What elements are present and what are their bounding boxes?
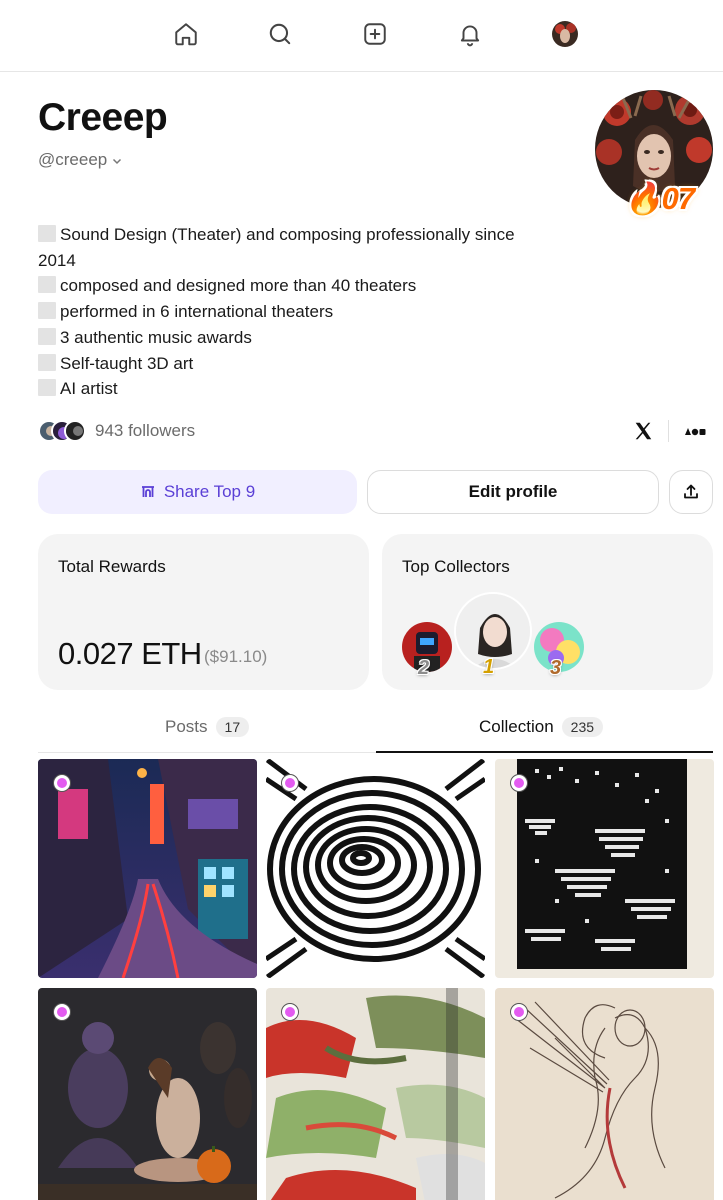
tab-posts-label: Posts bbox=[165, 717, 208, 736]
emoji-placeholder-icon bbox=[38, 276, 56, 294]
collectible-indicator-icon bbox=[281, 774, 299, 792]
more-links-icon[interactable] bbox=[684, 424, 706, 438]
divider bbox=[668, 420, 669, 442]
rank-1: 1 bbox=[483, 656, 495, 678]
tab-collection[interactable]: Collection 235 bbox=[479, 708, 604, 746]
bio-line: composed and designed more than 40 theat… bbox=[38, 273, 558, 299]
active-tab-indicator bbox=[376, 751, 713, 753]
rewards-title: Total Rewards bbox=[58, 557, 166, 576]
emoji-placeholder-icon bbox=[38, 379, 56, 397]
collection-item[interactable] bbox=[495, 988, 714, 1200]
followers-link[interactable]: 943 followers bbox=[38, 418, 195, 444]
emoji-placeholder-icon bbox=[38, 327, 56, 345]
collectible-indicator-icon bbox=[281, 1003, 299, 1021]
display-name: Creeep bbox=[38, 96, 168, 139]
tab-posts[interactable]: Posts 17 bbox=[165, 708, 250, 746]
collection-item[interactable] bbox=[38, 988, 257, 1200]
bio: Sound Design (Theater) and composing pro… bbox=[38, 222, 558, 402]
total-rewards-card[interactable]: Total Rewards 0.027 ETH ($91.10) bbox=[38, 534, 369, 690]
collectible-indicator-icon bbox=[510, 774, 528, 792]
collection-item[interactable] bbox=[38, 759, 257, 978]
collection-item[interactable] bbox=[266, 759, 485, 978]
followers-count: 943 followers bbox=[95, 421, 196, 440]
collection-item[interactable] bbox=[495, 759, 714, 978]
collection-item[interactable] bbox=[266, 988, 485, 1200]
search-icon[interactable] bbox=[266, 20, 294, 48]
rewards-usd: ($91.10) bbox=[204, 647, 268, 666]
share-button[interactable] bbox=[669, 470, 713, 514]
bio-line: AI artist bbox=[38, 376, 558, 402]
collectible-indicator-icon bbox=[53, 774, 71, 792]
handle-text: @creeep bbox=[38, 150, 108, 169]
bio-line: Sound Design (Theater) and composing pro… bbox=[38, 222, 558, 248]
top-navigation bbox=[0, 0, 723, 72]
handle-dropdown[interactable]: @creeep bbox=[38, 150, 123, 170]
streak-badge: 🔥07 bbox=[624, 180, 695, 216]
bio-line: 3 authentic music awards bbox=[38, 325, 558, 351]
share-top9-label: Share Top 9 bbox=[163, 482, 256, 501]
flame-icon: 🔥 bbox=[624, 181, 663, 216]
arch-icon bbox=[141, 486, 154, 497]
emoji-placeholder-icon bbox=[38, 302, 56, 320]
bio-line: performed in 6 international theaters bbox=[38, 299, 558, 325]
chevron-down-icon bbox=[113, 158, 122, 165]
streak-count: 07 bbox=[661, 181, 695, 216]
edit-profile-button[interactable]: Edit profile bbox=[367, 470, 659, 514]
home-icon[interactable] bbox=[172, 20, 200, 48]
emoji-placeholder-icon bbox=[38, 225, 56, 242]
rewards-value: 0.027 ETH bbox=[58, 636, 202, 671]
rank-2: 2 bbox=[418, 657, 430, 679]
collectors-title: Top Collectors bbox=[402, 557, 510, 576]
notifications-icon[interactable] bbox=[456, 20, 484, 48]
tab-posts-count: 17 bbox=[215, 717, 250, 737]
create-icon[interactable] bbox=[361, 20, 389, 48]
share-top9-button[interactable]: Share Top 9 bbox=[38, 470, 357, 514]
collectible-indicator-icon bbox=[510, 1003, 528, 1021]
emoji-placeholder-icon bbox=[38, 353, 56, 371]
top-collectors-card[interactable]: Top Collectors 2 1 3 bbox=[382, 534, 713, 690]
collectible-indicator-icon bbox=[53, 1003, 71, 1021]
bio-line: 2014 bbox=[38, 250, 76, 270]
follower-avatar bbox=[64, 420, 86, 442]
bio-line: Self-taught 3D art bbox=[38, 351, 558, 377]
nav-profile-avatar[interactable] bbox=[552, 21, 578, 47]
tab-collection-label: Collection bbox=[479, 717, 554, 736]
tab-collection-count: 235 bbox=[561, 717, 604, 737]
upload-icon bbox=[684, 484, 698, 499]
x-social-icon[interactable] bbox=[632, 420, 654, 442]
rank-3: 3 bbox=[550, 657, 562, 679]
